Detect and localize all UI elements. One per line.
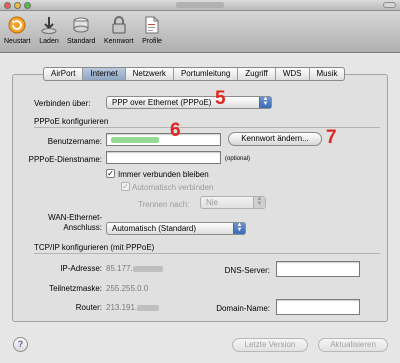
tcpip-section-title: TCP/IP konfigurieren (mit PPPoE) (34, 243, 155, 252)
always-connected-checkbox[interactable]: ✓ (106, 169, 115, 178)
subnet-mask-label: Teilnetzmaske: (49, 284, 102, 293)
title-bar (0, 0, 400, 11)
toolbar: Neustart Laden Standard Kennwort Profile (0, 11, 400, 53)
toolbar-password-label: Kennwort (104, 38, 134, 45)
service-name-field[interactable] (106, 151, 221, 164)
subnet-mask-value: 255.255.0.0 (106, 284, 149, 293)
window-title-redacted (176, 2, 224, 8)
popup-arrows-icon: ▲ ▼ (259, 96, 271, 108)
standard-icon (70, 14, 92, 36)
toolbar-profile-button[interactable]: Profile (141, 14, 163, 45)
domain-name-label: Domain-Name: (216, 304, 270, 313)
service-name-label: PPPoE-Dienstname: (28, 155, 102, 164)
download-icon (38, 14, 60, 36)
pppoe-section-title: PPPoE konfigurieren (34, 117, 109, 126)
ip-address-redacted (132, 265, 163, 272)
router-redacted (137, 304, 160, 311)
zoom-window-button[interactable] (24, 2, 31, 9)
wan-port-label-line1: WAN-Ethernet- (48, 213, 102, 222)
revert-button[interactable]: Letzte Version (232, 338, 308, 352)
tab-internet[interactable]: Internet (83, 68, 126, 80)
disconnect-after-label: Trennen nach: (138, 200, 190, 209)
always-connected-label: Immer verbunden bleiben (118, 170, 209, 179)
toolbar-restart-button[interactable]: Neustart (4, 14, 30, 45)
connect-label: Verbinden über: (34, 99, 91, 108)
wan-port-label-line2: Anschluss: (63, 223, 102, 232)
connect-method-value: PPP over Ethernet (PPPoE) (112, 98, 212, 107)
router-label: Router: (75, 303, 102, 312)
connect-method-popup[interactable]: PPP over Ethernet (PPPoE) ▲ ▼ (106, 96, 272, 109)
tab-wds[interactable]: WDS (276, 68, 310, 80)
username-field[interactable] (106, 133, 221, 146)
dns-server-field[interactable] (276, 261, 360, 277)
update-button[interactable]: Aktualisieren (318, 338, 388, 352)
window-controls (4, 2, 31, 9)
annotation-marker-5: 5 (215, 88, 226, 109)
change-password-button[interactable]: Kennwort ändern... (228, 132, 322, 146)
popup-arrows-icon: ▲ ▼ (253, 196, 265, 208)
toolbar-standard-button[interactable]: Standard (67, 14, 95, 45)
tab-portumleitung[interactable]: Portumleitung (174, 68, 239, 80)
disconnect-after-popup[interactable]: Nie ▲ ▼ (200, 196, 266, 209)
toolbar-download-button[interactable]: Laden (38, 14, 60, 45)
tab-zugriff[interactable]: Zugriff (238, 68, 276, 80)
annotation-marker-6: 6 (170, 120, 181, 141)
toolbar-profile-label: Profile (142, 38, 162, 45)
tab-musik[interactable]: Musik (310, 68, 345, 80)
toolbar-restart-label: Neustart (4, 38, 31, 45)
wan-port-popup[interactable]: Automatisch (Standard) ▲ ▼ (106, 222, 246, 235)
router-value: 213.191. (106, 303, 160, 312)
ip-address-value: 85.177. (106, 264, 163, 273)
dns-server-label: DNS-Server: (224, 266, 270, 275)
disconnect-after-value: Nie (206, 198, 219, 207)
toolbar-password-button[interactable]: Kennwort (104, 14, 134, 45)
username-label: Benutzername: (47, 137, 102, 146)
auto-connect-checkbox[interactable]: ✓ (121, 182, 130, 191)
annotation-marker-7: 7 (326, 127, 337, 148)
wan-port-value: Automatisch (Standard) (112, 224, 197, 233)
lock-icon (108, 14, 130, 36)
service-name-hint: (optional) (225, 156, 251, 162)
toolbar-download-label: Laden (39, 38, 59, 45)
domain-name-field[interactable] (276, 299, 360, 315)
tab-netzwerk[interactable]: Netzwerk (126, 68, 174, 80)
ip-address-label: IP-Adresse: (60, 264, 102, 273)
document-icon (141, 14, 163, 36)
popup-arrows-icon: ▲ ▼ (233, 222, 245, 234)
tab-airport[interactable]: AirPort (44, 68, 84, 80)
minimize-window-button[interactable] (14, 2, 21, 9)
tcpip-divider (34, 253, 380, 254)
restart-icon (6, 14, 28, 36)
auto-connect-label: Automatisch verbinden (132, 183, 214, 192)
toolbar-toggle-button[interactable] (383, 2, 396, 8)
ip-address-text: 85.177. (106, 264, 133, 273)
help-button[interactable]: ? (13, 337, 28, 352)
close-window-button[interactable] (4, 2, 11, 9)
username-redacted (111, 136, 159, 143)
toolbar-standard-label: Standard (67, 38, 96, 45)
tab-bar: AirPort Internet Netzwerk Portumleitung … (43, 67, 346, 81)
router-text: 213.191. (106, 303, 138, 312)
